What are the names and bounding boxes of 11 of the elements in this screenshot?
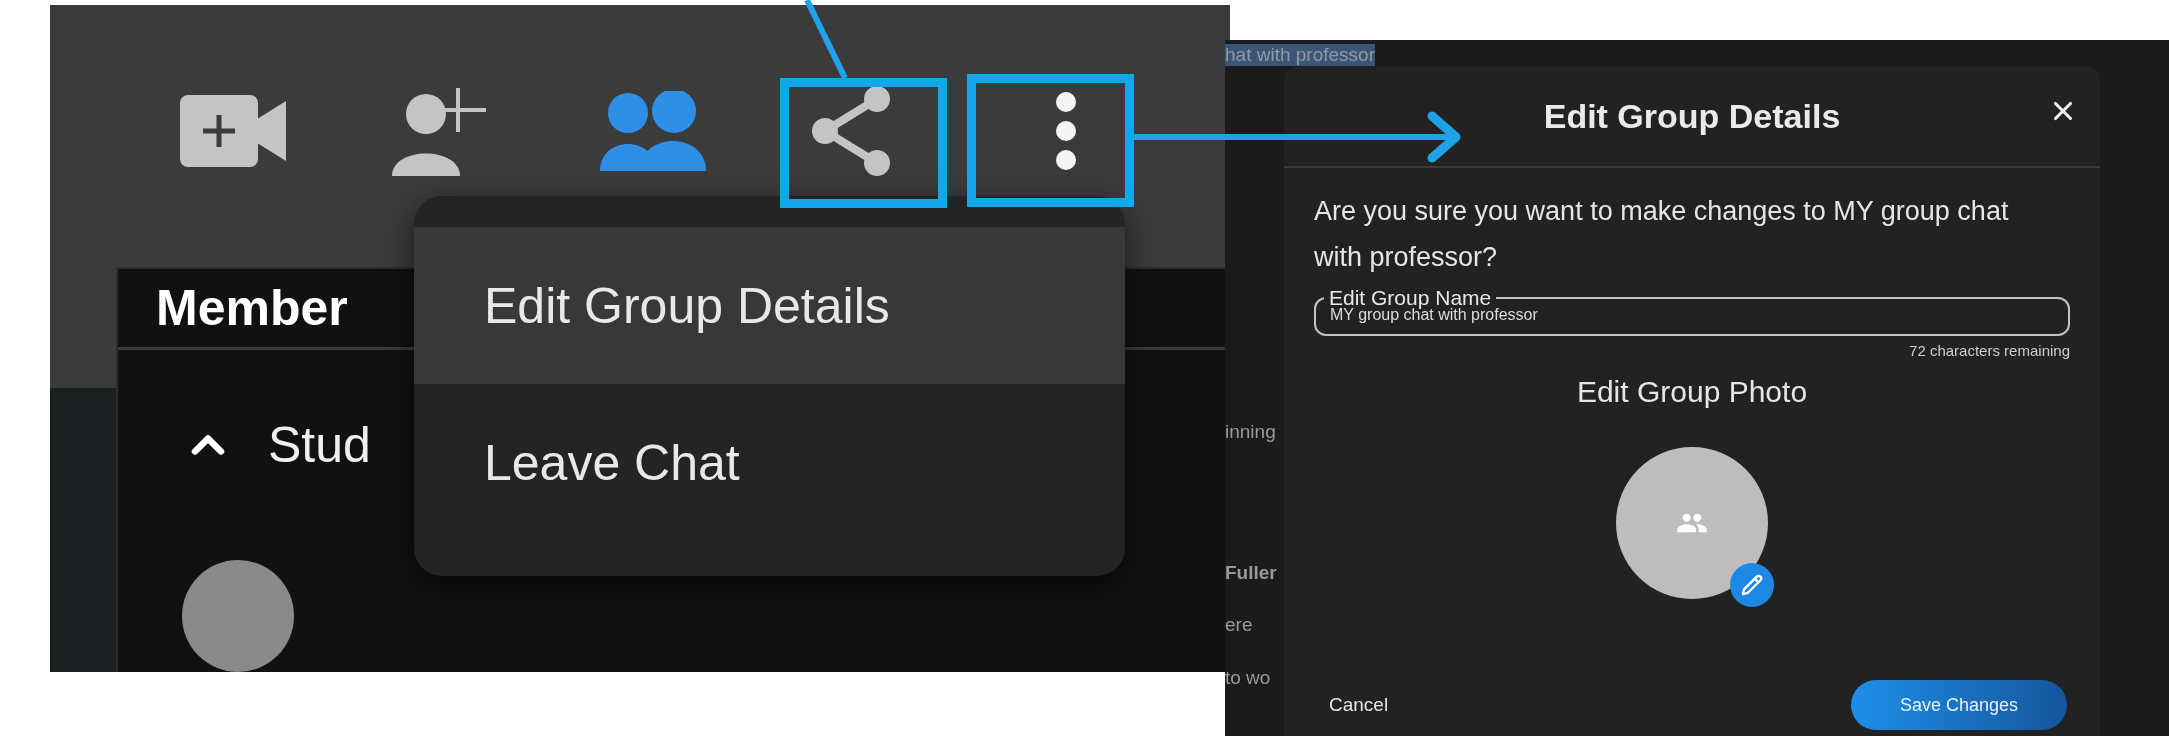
- character-counter: 72 characters remaining: [1909, 342, 2070, 359]
- photo-heading: Edit Group Photo: [1575, 375, 1809, 409]
- background-text: Fuller: [1225, 561, 1278, 585]
- dialog-title: Edit Group Details: [1543, 96, 1841, 136]
- background-text: to wo: [1225, 666, 1272, 690]
- confirm-message: Are you sure you want to make changes to MY group chat with professor?: [1314, 195, 2010, 274]
- members-title: Member: [156, 279, 348, 337]
- selected-text: hat with professor: [1225, 44, 1375, 66]
- field-label: Edit Group Name: [1328, 286, 1492, 309]
- background-text: inning: [1225, 420, 1277, 444]
- background-text: ere: [1225, 613, 1254, 637]
